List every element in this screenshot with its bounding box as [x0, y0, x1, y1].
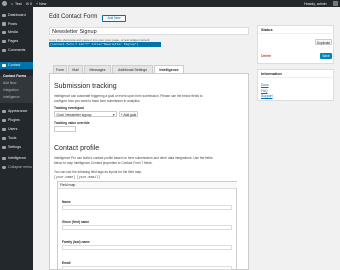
sidebar-item-plugins[interactable]: Plugins	[0, 117, 33, 124]
field-label-email: Email	[62, 261, 71, 265]
sidebar-item-posts[interactable]: Posts	[0, 21, 33, 28]
tab-intelligence[interactable]: Intelligence	[154, 65, 184, 73]
tracking-goal-select[interactable]: Goal: Newsletter signup ▾	[54, 111, 117, 117]
submenu-integration[interactable]: Integration	[0, 87, 33, 93]
chevron-down-icon: ▾	[112, 113, 115, 117]
comments-icon[interactable]: ✉	[26, 2, 29, 6]
intelligence-icon	[2, 156, 6, 160]
tracking-value-override-input[interactable]	[54, 126, 76, 132]
submenu-contact-forms[interactable]: Contact Forms	[0, 73, 33, 79]
sidebar-item-contact[interactable]: Contact	[0, 62, 33, 69]
page-title: Edit Contact Form	[49, 14, 98, 20]
field-input-name[interactable]	[62, 205, 232, 210]
media-icon	[2, 30, 6, 34]
comment-icon	[2, 48, 6, 52]
new-content-link[interactable]: + New	[36, 2, 46, 6]
field-label-given-name: Given (first) name	[62, 220, 90, 224]
tracking-goal-label: Tracking event/goal	[54, 106, 84, 110]
sidebar-item-tools[interactable]: Tools	[0, 135, 33, 142]
avatar[interactable]	[333, 1, 338, 6]
wrench-icon	[2, 136, 6, 140]
duplicate-button[interactable]: Duplicate	[315, 39, 332, 45]
faq-link[interactable]: FAQ	[261, 89, 268, 93]
status-box: Status Duplicate Delete Save	[257, 25, 334, 64]
field-input-family-name[interactable]	[62, 245, 232, 250]
field-tags: [your-name] [your-email]	[54, 175, 100, 179]
contact-profile-heading: Contact profile	[54, 145, 100, 152]
dashboard-icon	[2, 13, 6, 17]
support-link[interactable]: Support	[261, 94, 273, 98]
field-tags-desc: You can use the following field tags as …	[54, 170, 142, 174]
status-box-title: Status	[258, 26, 334, 34]
sidebar-item-media[interactable]: Media	[0, 29, 33, 36]
submission-tracking-heading: Submission tracking	[54, 83, 117, 90]
field-input-email[interactable]	[62, 266, 232, 270]
tab-additional-settings[interactable]: Additional Settings	[112, 65, 153, 73]
information-box: Information Docs FAQ Support	[257, 69, 334, 101]
sidebar-item-settings[interactable]: Settings	[0, 144, 33, 151]
field-map-heading: Field map	[58, 182, 237, 189]
collapse-menu-button[interactable]: Collapse menu	[0, 164, 33, 171]
tracking-value-override-label: Tracking value override	[54, 121, 90, 125]
admin-bar: ⌂ Test ✉ 0 + New Howdy, admin	[0, 0, 340, 7]
submission-desc-line1: Intelligence can automate triggering a g…	[54, 94, 203, 98]
users-icon	[2, 127, 6, 131]
sidebar-item-users[interactable]: Users	[0, 126, 33, 133]
field-label-name: Name	[62, 200, 71, 204]
delete-link[interactable]: Delete	[261, 54, 271, 58]
save-button[interactable]: Save	[320, 53, 332, 59]
submission-desc-line2: configure how you want to track form sub…	[54, 98, 141, 103]
mail-icon	[2, 63, 6, 67]
contact-desc-line1: Intelligence Pro can build a contact pro…	[54, 156, 213, 160]
form-title-input[interactable]: Newsletter Signup	[49, 27, 249, 35]
site-name-link[interactable]: Test	[15, 2, 22, 6]
tab-mail[interactable]: Mail	[68, 65, 83, 73]
home-icon[interactable]: ⌂	[11, 2, 13, 6]
tab-form[interactable]: Form	[53, 65, 67, 73]
account-greeting[interactable]: Howdy, admin	[304, 2, 327, 6]
pin-icon	[2, 22, 6, 26]
sidebar-item-intelligence[interactable]: Intelligence	[0, 155, 33, 162]
add-new-button[interactable]: Add New	[102, 14, 126, 22]
shortcode-field[interactable]: [contact-form-7 id="7" title="Newsletter…	[49, 42, 161, 47]
sidebar-item-appearance[interactable]: Appearance	[0, 108, 33, 115]
docs-link[interactable]: Docs	[261, 83, 269, 87]
wordpress-logo-icon[interactable]	[2, 1, 7, 6]
sidebar-item-dashboard[interactable]: Dashboard	[0, 12, 33, 19]
brush-icon	[2, 109, 6, 113]
contact-desc-line2: below to map Intelligence Contact proper…	[54, 160, 153, 165]
settings-icon	[2, 145, 6, 149]
submenu-intelligence[interactable]: Intelligence	[0, 94, 33, 100]
sidebar-item-comments[interactable]: Comments	[0, 47, 33, 54]
sidebar-item-pages[interactable]: Pages	[0, 38, 33, 45]
page-icon	[2, 39, 6, 43]
submenu-add-new[interactable]: Add New	[0, 80, 33, 86]
information-box-title: Information	[258, 70, 334, 78]
add-goal-button[interactable]: + Add goal	[119, 111, 138, 117]
comments-count[interactable]: 0	[30, 2, 32, 6]
field-input-given-name[interactable]	[62, 225, 232, 230]
field-map-box: Field map Name Given (first) name Family…	[57, 181, 237, 270]
plugin-icon	[2, 118, 6, 122]
field-label-family-name: Family (last) name	[62, 240, 90, 244]
collapse-icon	[2, 165, 6, 169]
tab-messages[interactable]: Messages	[84, 65, 111, 73]
